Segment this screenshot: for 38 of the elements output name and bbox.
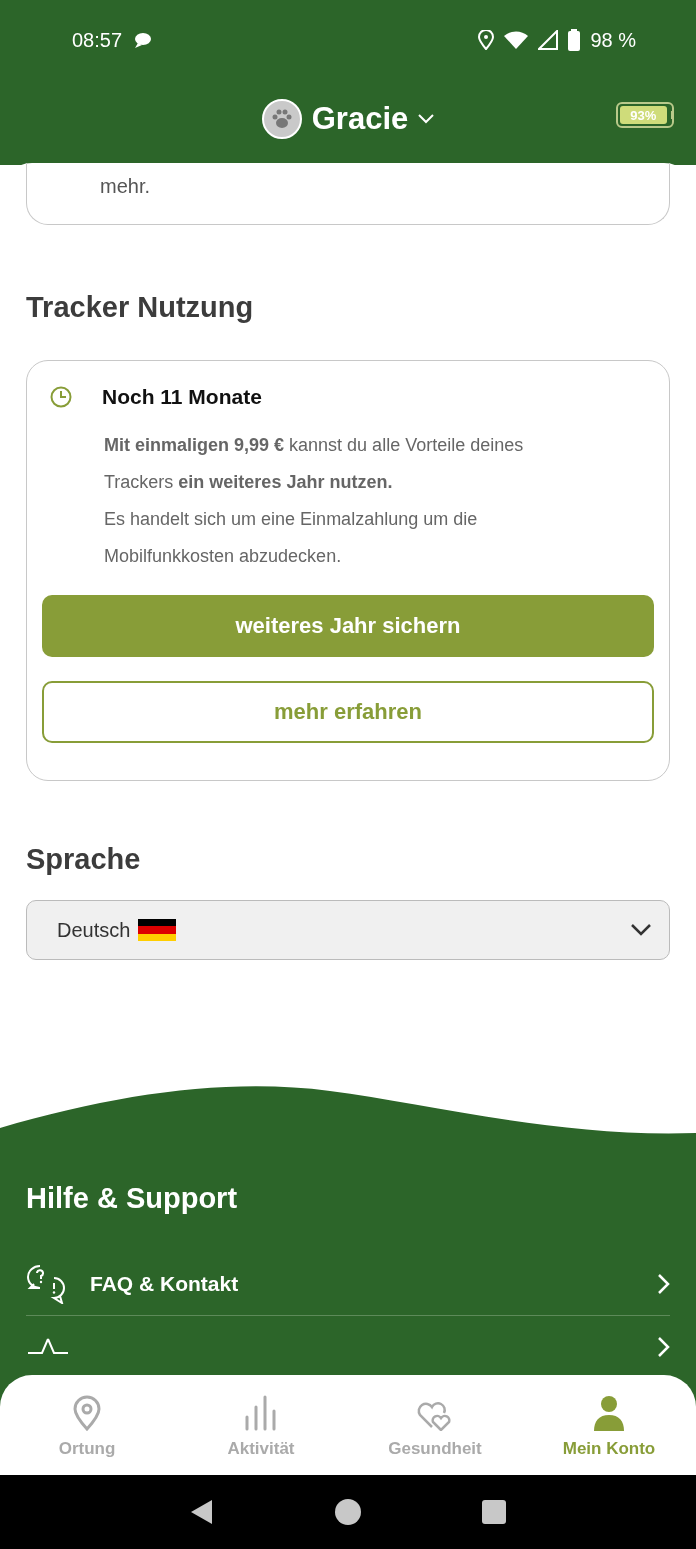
tracker-battery-label: 93% (630, 107, 657, 123)
location-icon (478, 30, 495, 50)
description-text: Mit einmaligen 9,99 € kannst du alle Vorteile deines Trackers ein weiteres Jahr nutzen. (103, 434, 525, 494)
nav-tab[interactable]: Gesundheit (348, 1375, 522, 1475)
chevron-down-icon[interactable] (418, 113, 435, 124)
note-text: Es handelt sich um eine Einmalzahlung um die Mobilfunkkosten abzudecken. (103, 508, 479, 568)
notice-text: mehr. (100, 175, 151, 197)
nav-tab[interactable]: Mein Konto (522, 1375, 696, 1475)
support-row[interactable]: FAQ & Kontakt (26, 1253, 670, 1316)
clock-icon (50, 386, 72, 408)
nav-tab[interactable]: Ortung (0, 1375, 174, 1475)
battery-icon (568, 29, 581, 51)
language-dropdown[interactable]: Deutsch (26, 900, 670, 960)
pet-name[interactable]: Gracie (311, 100, 409, 137)
chevron-right-icon (656, 1273, 670, 1295)
section-title: Tracker Nutzung (26, 291, 255, 324)
wifi-icon (504, 31, 529, 49)
remaining-time: Noch 11 Monate (102, 385, 262, 409)
bar-chart-icon (243, 1395, 279, 1431)
nav-tab[interactable]: Aktivität (174, 1375, 348, 1475)
extend-year-button[interactable]: weiteres Jahr sichern (42, 595, 654, 657)
back-icon[interactable] (190, 1499, 214, 1525)
chevron-right-icon (656, 1336, 670, 1358)
section-title: Hilfe & Support (26, 1182, 239, 1215)
person-icon (593, 1395, 625, 1431)
signal-icon (538, 30, 559, 50)
learn-more-button[interactable]: mehr erfahren (42, 681, 654, 743)
section-title: Sprache (26, 843, 142, 876)
home-icon[interactable] (334, 1498, 362, 1526)
chevron-down-icon (631, 924, 651, 936)
german-flag-icon (138, 919, 177, 941)
pet-avatar[interactable] (261, 98, 302, 139)
status-time: 08:57 (72, 28, 123, 52)
hearts-icon (416, 1401, 454, 1431)
paw-icon (270, 108, 293, 129)
battery-percentage: 98 % (590, 28, 636, 52)
location-pin-icon (72, 1395, 102, 1431)
chat-bubble-icon (132, 31, 153, 49)
